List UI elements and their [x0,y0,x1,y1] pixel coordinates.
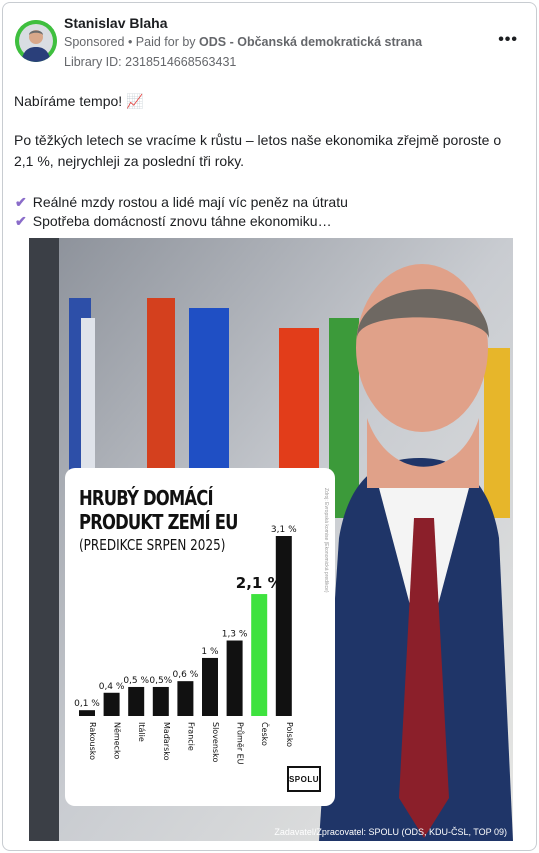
bar-value-label: 2,1 % [236,574,283,592]
category-label: Rakousko [88,722,97,760]
bar-value-label: 0,4 % [99,682,125,692]
checklist-item: ✔ Spotřeba domácností znovu táhne ekonomi… [15,211,332,231]
bar-itálie [128,686,145,716]
paid-for-prefix: • Paid for by [127,35,196,49]
avatar-image [15,20,57,62]
bar-německo [103,692,120,716]
bar-value-label: 1 % [201,647,219,657]
category-label: Francie [186,722,195,751]
checklist-text: Reálné mzdy rostou a lidé mají víc peněz… [32,194,348,210]
more-options-icon[interactable]: ••• [498,31,518,49]
bar-průměr-eu [226,640,243,716]
bar-maďarsko [152,686,169,716]
post-image[interactable]: HRUBÝ DOMÁCÍ PRODUKT ZEMÍ EU (PREDIKCE S… [29,238,513,841]
sponsored-label: Sponsored [64,35,125,49]
category-label: Itálie [137,722,146,742]
post-text-paragraph: Po těžkých letech se vracíme k růstu – l… [14,132,502,169]
gdp-bar-chart: 0,1 % Rakousko 0,4 % Německo 0,5 % Itálie 0,5%… [74,525,297,765]
category-label: Česko [260,722,271,746]
gdp-infographic-card: HRUBÝ DOMÁCÍ PRODUKT ZEMÍ EU (PREDIKCE S… [65,468,335,806]
bar-francie [177,681,194,716]
category-label: Polsko [285,722,294,747]
author-name[interactable]: Stanislav Blaha [64,15,168,31]
sponsored-post-card: Stanislav Blaha Sponsored • Paid for by … [2,2,537,851]
category-label: Maďarsko [162,722,171,761]
bar-value-label: 0,1 % [74,699,100,709]
payer-link[interactable]: ODS - Občanská demokratická strana [199,35,422,49]
library-id: Library ID: 2318514668563431 [64,55,237,69]
bar-value-label: 1,3 % [222,630,248,640]
image-credit: Zadavatel/Zpracovatel: SPOLU (ODS, KDU-Č… [274,827,507,837]
check-icon: ✔ [15,213,27,229]
check-icon: ✔ [15,194,27,210]
bar-value-label: 3,1 % [271,525,297,535]
category-label: Průměr EU [236,722,246,765]
bar-česko [251,594,268,716]
sponsored-meta: Sponsored • Paid for by ODS - Občanská d… [64,35,422,49]
bar-value-label: 0,5% [149,676,172,686]
bar-value-label: 0,6 % [173,670,199,680]
bar-value-label: 0,5 % [123,676,149,686]
spolu-logo: SPOLU [287,766,321,792]
post-text-headline: Nabíráme tempo! 📈 [14,93,144,109]
checklist-text: Spotřeba domácností znovu táhne ekonomik… [32,213,332,229]
bar-slovensko [202,657,218,716]
category-label: Slovensko [211,722,220,762]
author-avatar[interactable] [15,20,57,62]
checklist-item: ✔ Reálné mzdy rostou a lidé mají víc peně… [15,192,348,212]
category-label: Německo [113,722,122,759]
bar-rakousko [79,710,95,716]
bar-polsko [275,536,292,716]
